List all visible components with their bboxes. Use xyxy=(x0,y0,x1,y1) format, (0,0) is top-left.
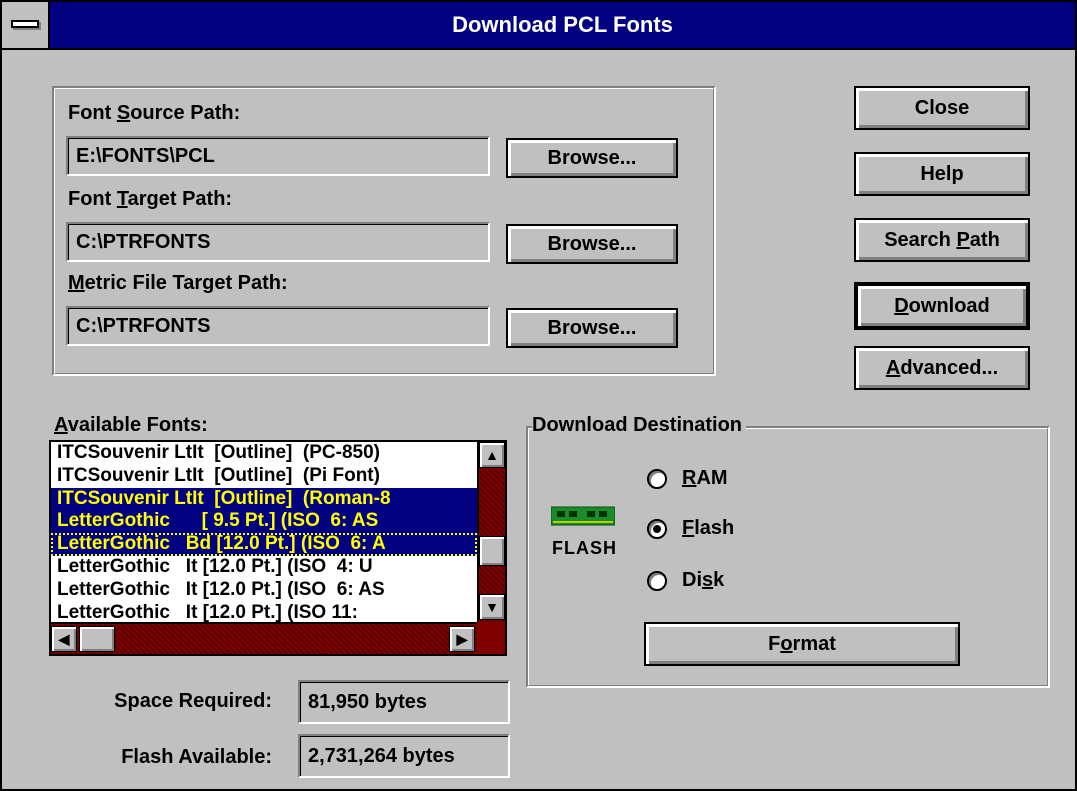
help-button[interactable]: Help xyxy=(854,152,1030,196)
flash-available-value: 2,731,264 bytes xyxy=(298,734,510,778)
available-fonts-list[interactable]: ITCSouvenir LtIt [Outline] (PC-850) ITCSo… xyxy=(49,440,507,656)
close-button[interactable]: Close xyxy=(854,86,1030,130)
font-source-path-field[interactable]: E:\FONTS\PCL xyxy=(66,136,490,176)
browse-target-button[interactable]: Browse... xyxy=(506,224,678,264)
flash-available-label: Flash Available: xyxy=(121,746,272,768)
font-source-path-label: Font Source Path: xyxy=(68,102,241,124)
font-list-item[interactable]: ITCSouvenir LtIt [Outline] (Pi Font) xyxy=(51,465,477,488)
scroll-right-arrow-icon[interactable]: ▶ xyxy=(449,626,475,652)
space-required-value: 81,950 bytes xyxy=(298,680,510,724)
flash-radio[interactable] xyxy=(647,519,667,539)
vertical-scroll-thumb[interactable] xyxy=(479,536,505,566)
font-target-path-label: Font Target Path: xyxy=(68,188,233,210)
ram-radio-label[interactable]: RAM xyxy=(682,467,728,490)
radio-dot-flash xyxy=(653,525,661,533)
metric-file-target-path-label: Metric File Target Path: xyxy=(68,272,288,294)
scroll-left-arrow-icon[interactable]: ◀ xyxy=(51,626,77,652)
download-button[interactable]: Download xyxy=(854,282,1030,330)
system-menu-icon[interactable] xyxy=(2,2,50,48)
font-list-item[interactable]: ITCSouvenir LtIt [Outline] (Roman-8 xyxy=(51,487,477,511)
disk-radio[interactable] xyxy=(647,571,667,591)
disk-radio-label[interactable]: Disk xyxy=(682,569,724,592)
window-title: Download PCL Fonts xyxy=(452,12,673,37)
ram-radio[interactable] xyxy=(647,469,667,489)
flash-radio-label[interactable]: Flash xyxy=(682,517,734,540)
font-list-item[interactable]: ITCSouvenir LtIt [Outline] (PC-850) xyxy=(51,442,477,465)
flash-chip-label: FLASH xyxy=(552,538,617,558)
metric-file-target-path-field[interactable]: C:\PTRFONTS xyxy=(66,306,490,346)
font-list-items: ITCSouvenir LtIt [Outline] (PC-850) ITCSo… xyxy=(51,442,477,622)
font-list-item[interactable]: LetterGothic It [12.0 Pt.] (ISO 6: AS xyxy=(51,579,477,602)
title-bar: Download PCL Fonts xyxy=(2,2,1075,50)
available-fonts-label: Available Fonts: xyxy=(54,414,208,436)
download-pcl-fonts-dialog: Download PCL Fonts Font Source Path: E:\… xyxy=(0,0,1077,791)
download-destination-title: Download Destination xyxy=(532,414,746,437)
font-list-item[interactable]: LetterGothic It [12.0 Pt.] (ISO 4: U xyxy=(51,556,477,579)
font-target-path-field[interactable]: C:\PTRFONTS xyxy=(66,222,490,262)
browse-metric-button[interactable]: Browse... xyxy=(506,308,678,348)
horizontal-scrollbar[interactable]: ◀ ▶ xyxy=(51,622,477,654)
format-button[interactable]: Format xyxy=(644,622,960,666)
vertical-scrollbar[interactable]: ▲ ▼ xyxy=(477,442,505,622)
font-list-item[interactable]: LetterGothic It [12.0 Pt.] (ISO 11: xyxy=(51,602,477,622)
scroll-up-arrow-icon[interactable]: ▲ xyxy=(479,442,505,468)
browse-source-button[interactable]: Browse... xyxy=(506,138,678,178)
flash-chip-icon xyxy=(551,506,615,526)
scrollbar-corner xyxy=(477,622,505,654)
space-required-label: Space Required: xyxy=(114,690,272,712)
horizontal-scroll-thumb[interactable] xyxy=(79,626,115,652)
advanced-button[interactable]: Advanced... xyxy=(854,346,1030,390)
font-list-item[interactable]: LetterGothic [ 9.5 Pt.] (ISO 6: AS xyxy=(51,510,477,534)
font-list-item[interactable]: LetterGothic Bd [12.0 Pt.] (ISO 6: A xyxy=(51,533,477,556)
search-path-button[interactable]: Search Path xyxy=(854,218,1030,262)
scroll-down-arrow-icon[interactable]: ▼ xyxy=(479,594,505,620)
